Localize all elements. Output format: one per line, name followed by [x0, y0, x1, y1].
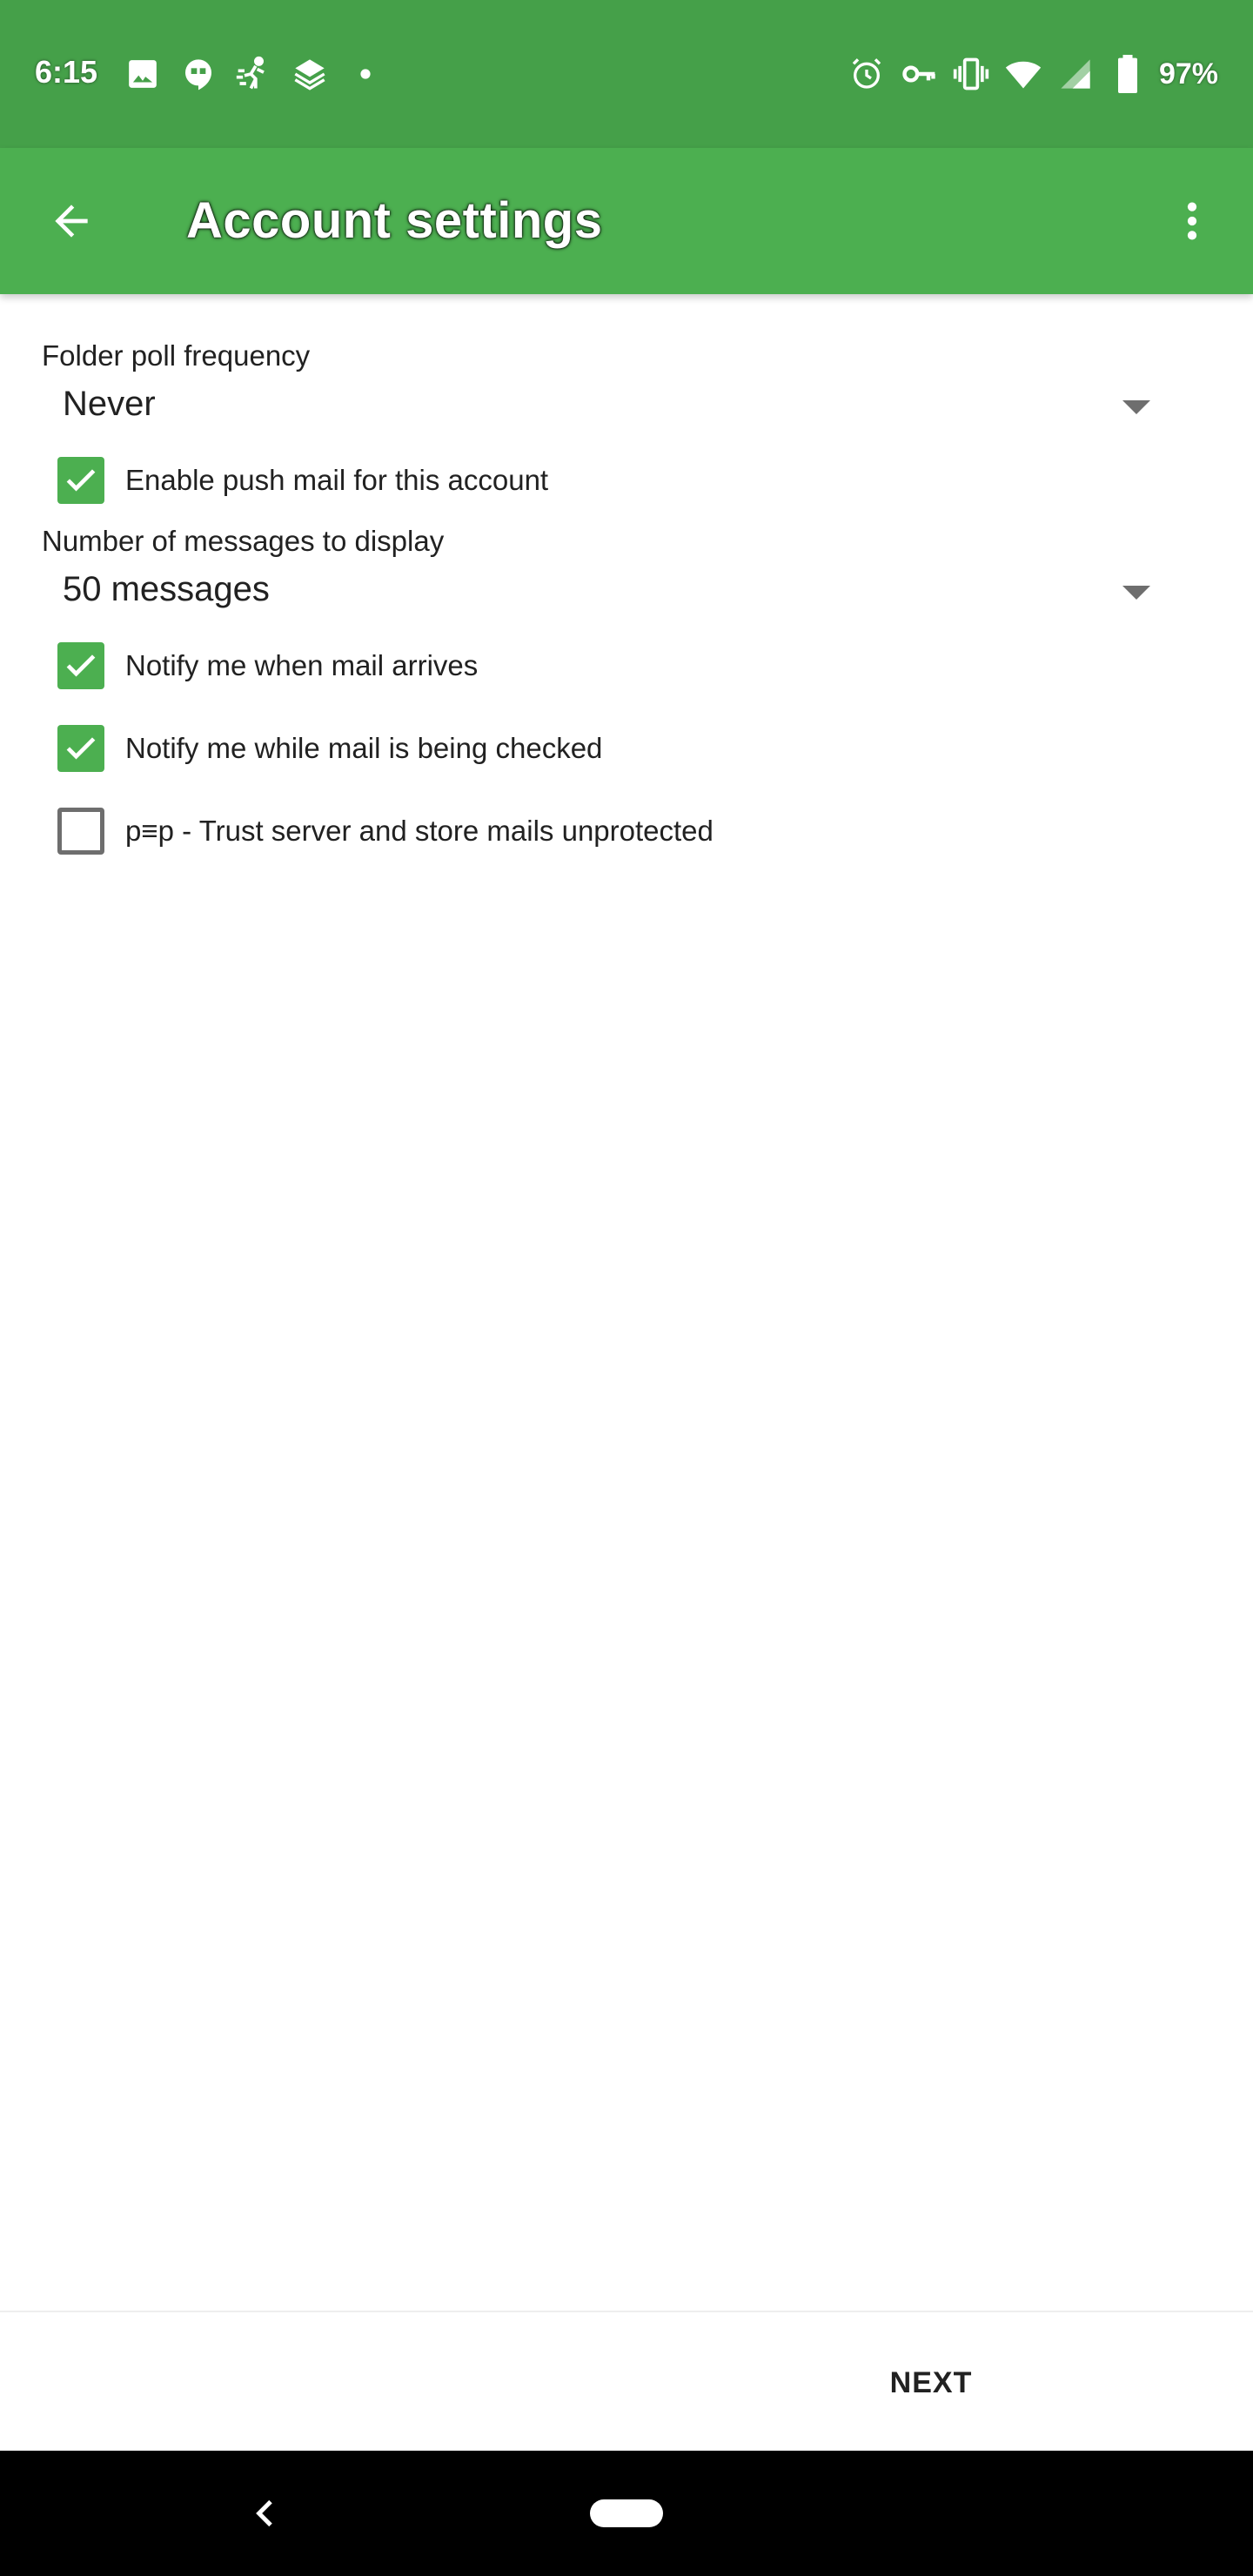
signal-icon [1055, 53, 1096, 95]
status-bar: 6:15 97% [0, 0, 1253, 148]
divider [0, 2311, 1253, 2312]
messages-count-label: Number of messages to display [42, 525, 445, 557]
dropdown-arrow-icon [1122, 400, 1150, 414]
check-icon [66, 737, 96, 760]
dropdown-arrow-icon [1122, 586, 1150, 600]
poll-frequency-value: Never [63, 385, 156, 423]
back-button[interactable] [37, 186, 106, 256]
push-mail-label: Enable push mail for this account [125, 464, 549, 496]
notify-checking-label: Notify me while mail is being checked [125, 732, 603, 764]
app-bar: Account settings [0, 148, 1253, 294]
nav-home-pill[interactable] [590, 2499, 663, 2527]
messages-count-value: 50 messages [63, 570, 270, 608]
notification-icons [122, 52, 400, 96]
notify-checking-checkbox[interactable] [57, 725, 104, 772]
pep-trust-label: p≡p - Trust server and store mails unpro… [125, 815, 714, 847]
check-icon [66, 654, 96, 677]
image-icon [122, 53, 164, 95]
status-time: 6:15 [35, 54, 98, 90]
notify-arrives-row[interactable]: Notify me when mail arrives [57, 640, 478, 692]
nav-back-button[interactable] [235, 2482, 298, 2545]
poll-frequency-label: Folder poll frequency [42, 339, 311, 372]
notify-arrives-checkbox[interactable] [57, 642, 104, 689]
pep-trust-row[interactable]: p≡p - Trust server and store mails unpro… [57, 805, 714, 857]
page-title: Account settings [186, 192, 603, 249]
system-icons: 97% [835, 52, 1218, 96]
messages-count-spinner[interactable]: 50 messages [42, 563, 1164, 624]
next-button[interactable]: NEXT [853, 2341, 1009, 2425]
pep-trust-checkbox[interactable] [57, 808, 104, 855]
navigation-bar [0, 2451, 1253, 2576]
dot-icon [345, 53, 386, 95]
push-mail-row[interactable]: Enable push mail for this account [57, 454, 548, 506]
vibrate-icon [950, 53, 992, 95]
arrow-back-icon [55, 205, 88, 238]
poll-frequency-spinner[interactable]: Never [42, 378, 1164, 439]
check-icon [66, 469, 96, 492]
fitness-icon [233, 53, 275, 95]
nav-back-icon [256, 2499, 272, 2527]
notify-checking-row[interactable]: Notify me while mail is being checked [57, 722, 602, 775]
battery-icon [1107, 53, 1149, 95]
alarm-icon [846, 53, 888, 95]
layers-icon [289, 53, 331, 95]
more-vert-icon [1187, 202, 1197, 240]
wifi-icon [1002, 53, 1044, 95]
vpn-key-icon [898, 53, 940, 95]
battery-percent: 97% [1158, 57, 1218, 91]
notify-arrives-label: Notify me when mail arrives [125, 649, 479, 681]
overflow-menu-button[interactable] [1157, 186, 1227, 256]
push-mail-checkbox[interactable] [57, 457, 104, 504]
hangouts-icon [178, 53, 219, 95]
